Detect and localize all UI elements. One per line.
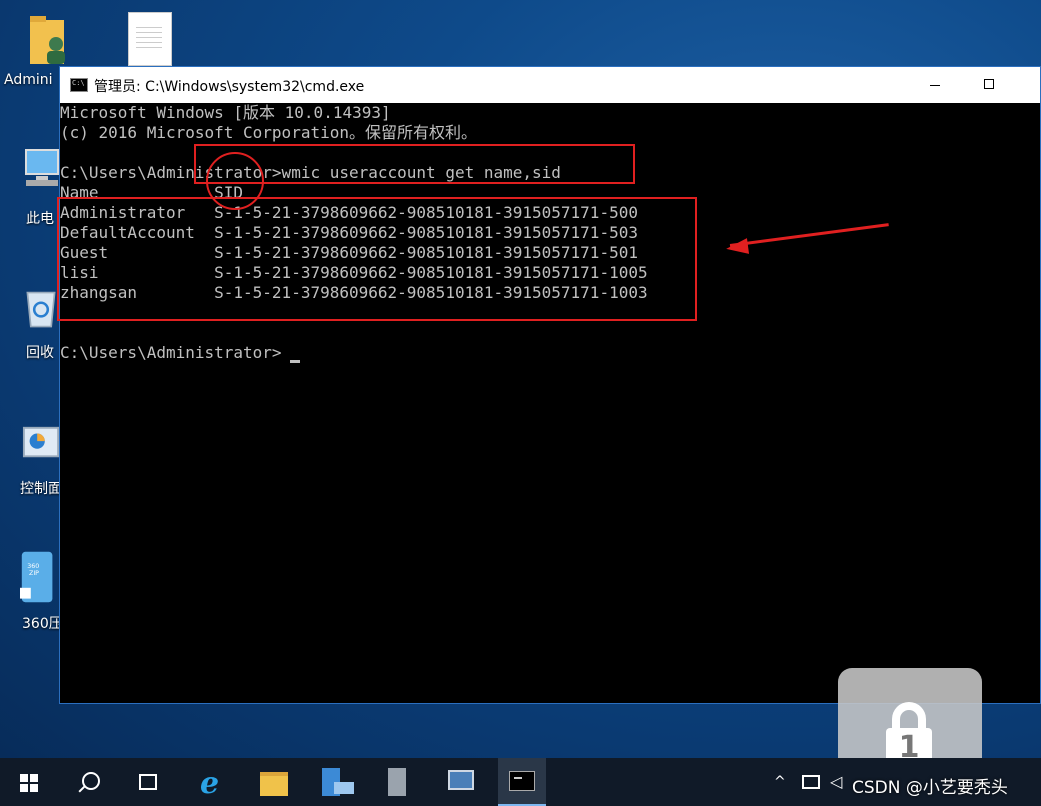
start-button[interactable] bbox=[6, 758, 54, 806]
window-titlebar[interactable]: 管理员: C:\Windows\system32\cmd.exe bbox=[60, 67, 1040, 103]
cmd-icon bbox=[509, 771, 535, 791]
server-manager-button[interactable] bbox=[312, 758, 360, 806]
desktop-icon-label: Admini bbox=[4, 72, 53, 88]
maximize-button[interactable] bbox=[966, 67, 1012, 103]
desktop-icon-label: 360压 bbox=[22, 616, 63, 632]
console-line: Microsoft Windows [版本 10.0.14393] bbox=[60, 103, 391, 122]
admin-tools-icon bbox=[388, 768, 406, 796]
admin-tools-button[interactable] bbox=[376, 758, 424, 806]
minimize-button[interactable] bbox=[912, 67, 958, 103]
console-line: (c) 2016 Microsoft Corporation。保留所有权利。 bbox=[60, 123, 477, 142]
desktop-icon-label: 此电 bbox=[26, 211, 54, 227]
results-highlight-box bbox=[57, 197, 697, 321]
file-explorer-icon bbox=[260, 772, 288, 796]
search-icon bbox=[82, 772, 100, 790]
tray-network-icon[interactable] bbox=[802, 775, 820, 789]
ie-button[interactable]: e bbox=[188, 758, 236, 806]
watermark-text: CSDN @小艺要秃头 bbox=[852, 778, 1008, 798]
console-prompt-line: C:\Users\Administrator> bbox=[60, 343, 282, 362]
cmd-taskbar-button[interactable] bbox=[498, 758, 546, 806]
task-view-icon bbox=[139, 774, 157, 790]
ie-icon: e bbox=[200, 766, 220, 801]
cmd-app-icon bbox=[70, 78, 88, 92]
task-view-button[interactable] bbox=[124, 758, 172, 806]
desktop-icon-label: 控制面 bbox=[20, 481, 62, 497]
desktop-icon-360zip[interactable]: 360 ZIP 360压 bbox=[0, 545, 63, 635]
network-button[interactable] bbox=[438, 758, 486, 806]
search-button[interactable] bbox=[62, 758, 110, 806]
recycle-bin-icon bbox=[26, 291, 56, 328]
desktop-icon-recycle-bin[interactable]: 回收 bbox=[0, 278, 60, 368]
user-folder-icon bbox=[30, 16, 65, 64]
control-panel-icon bbox=[22, 426, 60, 458]
tray-volume-icon[interactable]: ◁ bbox=[830, 758, 842, 806]
server-manager-icon bbox=[322, 768, 354, 796]
annotation-arrow-head bbox=[725, 238, 750, 257]
file-explorer-button[interactable] bbox=[250, 758, 298, 806]
document-icon bbox=[128, 12, 172, 66]
console-output[interactable]: Microsoft Windows [版本 10.0.14393] (c) 20… bbox=[60, 103, 1040, 703]
desktop-icon-document[interactable] bbox=[120, 0, 180, 70]
desktop-icon-control-panel[interactable]: 控制面 bbox=[0, 420, 62, 500]
text-cursor bbox=[290, 360, 300, 363]
desktop-icon-this-pc[interactable]: 此电 bbox=[0, 140, 60, 230]
zip-archive-icon: 360 ZIP bbox=[20, 551, 53, 603]
windows-logo-icon bbox=[20, 774, 38, 792]
window-title: 管理员: C:\Windows\system32\cmd.exe bbox=[94, 79, 365, 95]
network-icon bbox=[448, 770, 474, 790]
computer-icon bbox=[25, 149, 59, 186]
desktop-icon-label: 回收 bbox=[26, 345, 54, 361]
tray-overflow-icon[interactable]: ^ bbox=[774, 758, 786, 806]
svg-text:360: 360 bbox=[27, 563, 39, 570]
svg-text:ZIP: ZIP bbox=[29, 570, 39, 577]
